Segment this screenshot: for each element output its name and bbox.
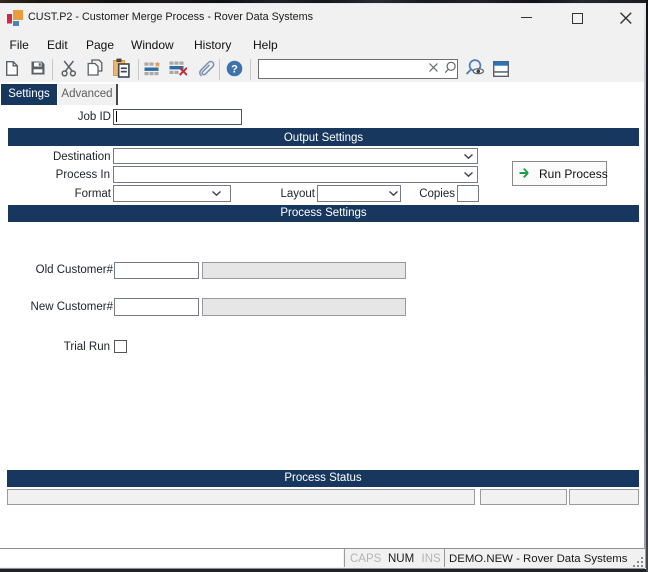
svg-text:?: ? [231,63,238,75]
